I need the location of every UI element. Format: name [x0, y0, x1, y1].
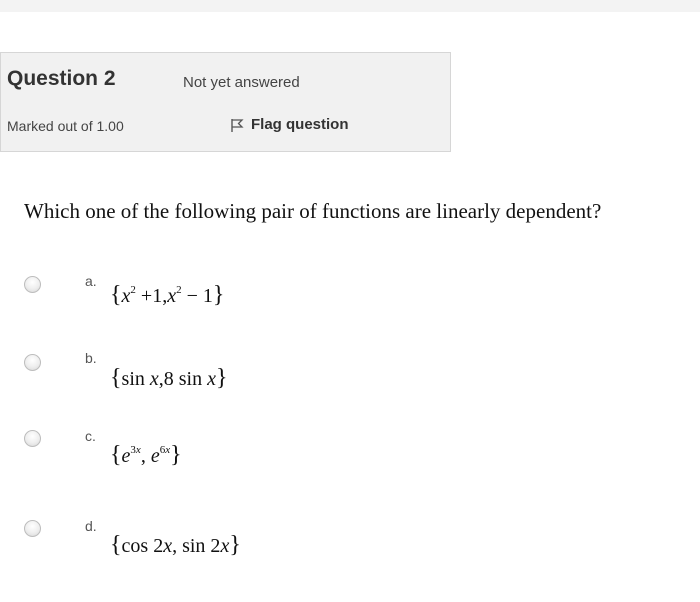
- radio-button[interactable]: [24, 276, 41, 293]
- question-state: Not yet answered: [183, 74, 300, 91]
- option-d-math: {cos 2x, sin 2x}: [110, 532, 241, 558]
- answer-option-b: b. {sin x,8 sin x}: [0, 350, 700, 410]
- question-info-panel: Question 2 Not yet answered Marked out o…: [0, 52, 451, 152]
- question-text: Which one of the following pair of funct…: [24, 199, 602, 223]
- option-b-math: {sin x,8 sin x}: [110, 365, 228, 391]
- flag-icon: [231, 118, 244, 132]
- radio-button[interactable]: [24, 430, 41, 447]
- answer-option-d: d. {cos 2x, sin 2x}: [0, 518, 700, 578]
- option-letter: b.: [85, 350, 97, 366]
- answer-option-a: a. {x2 +1,x2 − 1}: [0, 268, 700, 328]
- option-letter: d.: [85, 518, 97, 534]
- top-strip: [0, 0, 700, 12]
- option-a-math: {x2 +1,x2 − 1}: [110, 282, 225, 308]
- option-c-math: {e3x, e6x}: [110, 442, 182, 468]
- question-number: Question 2: [7, 67, 116, 90]
- flag-question-link[interactable]: Flag question: [229, 116, 349, 133]
- flag-question-label: Flag question: [251, 116, 349, 133]
- radio-button[interactable]: [24, 520, 41, 537]
- option-letter: c.: [85, 428, 96, 444]
- radio-button[interactable]: [24, 354, 41, 371]
- answer-option-c: c. {e3x, e6x}: [0, 428, 700, 488]
- option-letter: a.: [85, 273, 97, 289]
- question-grade: Marked out of 1.00: [7, 118, 124, 134]
